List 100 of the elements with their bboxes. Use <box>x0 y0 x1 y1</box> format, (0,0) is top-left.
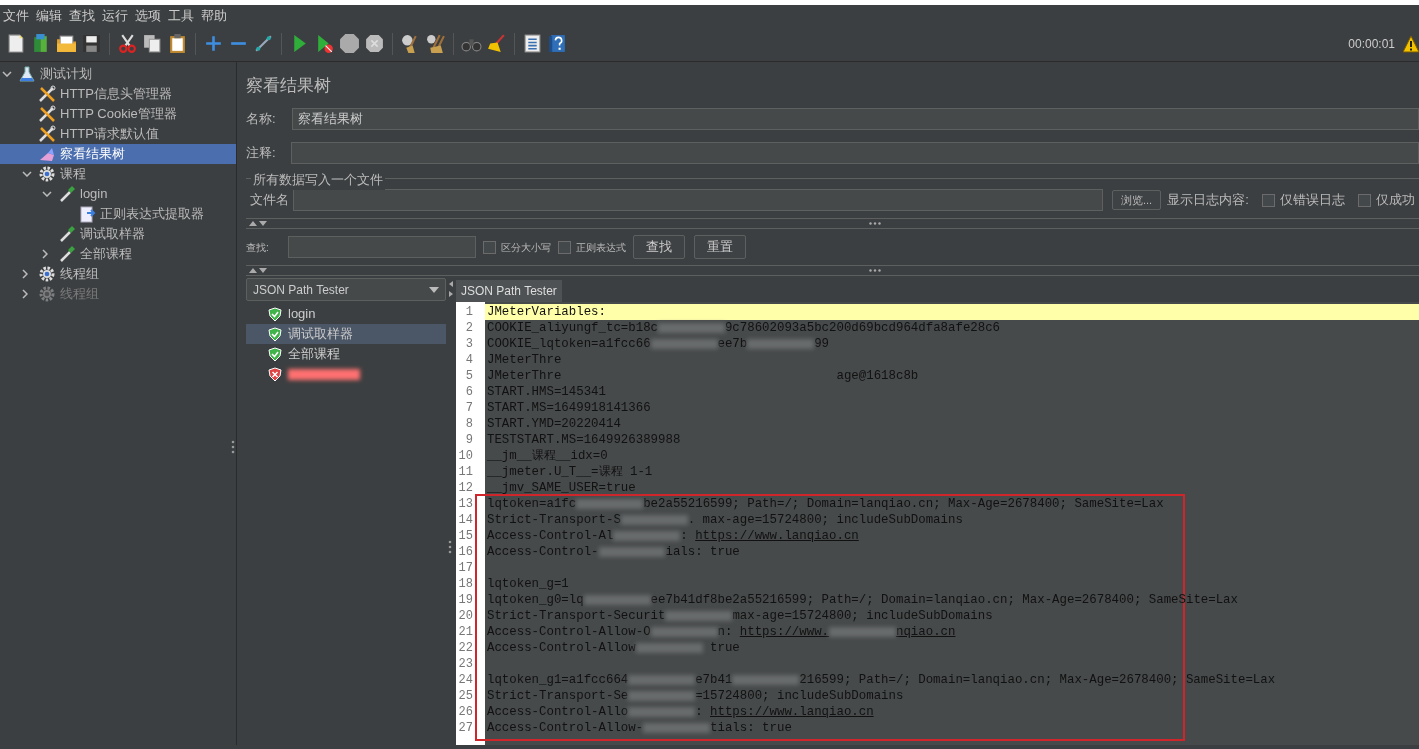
drag-handle-icon[interactable] <box>869 269 881 272</box>
filename-field[interactable] <box>293 189 1103 211</box>
code-line: Strict-Transport-S . max-age=15724800; includeSubDomains <box>487 513 963 527</box>
tree-label: 测试计划 <box>40 65 92 84</box>
tree-item[interactable]: HTTP信息头管理器 <box>0 84 236 104</box>
checkbox[interactable] <box>483 240 496 254</box>
shield-cross-icon <box>268 366 282 382</box>
chevron-down-icon[interactable] <box>42 191 52 197</box>
result-item[interactable]: login <box>246 304 446 324</box>
checkbox[interactable] <box>558 240 571 254</box>
collapse-arrows-icon[interactable] <box>249 268 267 273</box>
broom-icon[interactable] <box>486 33 507 54</box>
chevron-down-icon[interactable] <box>2 71 12 77</box>
help-icon[interactable] <box>547 33 568 54</box>
plus-icon[interactable] <box>203 33 224 54</box>
tree-item[interactable]: HTTP Cookie管理器 <box>0 104 236 124</box>
line-number: 9 <box>464 432 474 449</box>
gear-icon <box>38 165 56 183</box>
chevron-right-icon[interactable] <box>22 269 28 279</box>
menu-item[interactable]: 编辑 <box>36 5 62 26</box>
chevron-down-icon[interactable] <box>22 171 32 177</box>
action-button[interactable]: 重置 <box>694 235 746 259</box>
pipette-icon <box>58 245 76 263</box>
line-number: 14 <box>457 512 474 529</box>
action-button[interactable]: 查找 <box>633 235 685 259</box>
folder-icon[interactable] <box>56 33 77 54</box>
line-number: 20 <box>457 608 474 625</box>
tree-label: 正则表达式提取器 <box>100 205 204 224</box>
line-number: 18 <box>457 576 474 593</box>
splitter-handle-icon[interactable] <box>231 440 235 454</box>
checkbox[interactable] <box>1357 193 1371 207</box>
line-number: 12 <box>457 480 474 497</box>
browse-button[interactable]: 浏览... <box>1112 190 1162 210</box>
splitter-handle-icon[interactable] <box>448 540 452 554</box>
result-label: 全部课程 <box>288 345 340 364</box>
line-number: 3 <box>464 336 474 353</box>
result-label: 调试取样器 <box>288 325 353 344</box>
tree-item[interactable]: login <box>0 184 236 204</box>
toggle-wand-icon[interactable] <box>253 33 274 54</box>
code-line: Strict-Transport-Securit max-age=15724800; includeSubDomains <box>487 609 993 623</box>
tree-item[interactable]: 线程组 <box>0 264 236 284</box>
code-line: JMeterThre <box>487 353 562 367</box>
line-number: 21 <box>457 624 474 641</box>
shutdown-icon[interactable] <box>364 33 385 54</box>
menu-item[interactable]: 查找 <box>69 5 95 26</box>
tree-item[interactable]: HTTP请求默认值 <box>0 124 236 144</box>
checkbox-label: 正则表达式 <box>576 240 626 255</box>
checkbox[interactable] <box>1261 193 1275 207</box>
redaction-blur <box>732 674 800 685</box>
chevron-right-icon[interactable] <box>42 249 48 259</box>
tree-item[interactable]: 察看结果树 <box>0 144 236 164</box>
tree-item[interactable]: 正则表达式提取器 <box>0 204 236 224</box>
redaction-blur <box>747 338 815 349</box>
result-item[interactable]: 调试取样器 <box>246 324 446 344</box>
redaction-blur <box>650 338 718 349</box>
redaction-blur <box>650 626 718 637</box>
search-field[interactable] <box>288 236 476 258</box>
menu-item[interactable]: 选项 <box>135 5 161 26</box>
name-field[interactable]: 察看结果树 <box>292 108 1419 130</box>
editor-tab[interactable]: JSON Path Tester <box>456 280 562 302</box>
tree-label: 线程组 <box>60 285 99 304</box>
redaction-blur <box>665 610 733 621</box>
menu-item[interactable]: 工具 <box>168 5 194 26</box>
scissors-icon[interactable] <box>117 33 138 54</box>
tree-item[interactable]: 测试计划 <box>0 64 236 84</box>
renderer-dropdown[interactable]: JSON Path Tester <box>246 278 446 301</box>
clipboard-icon[interactable] <box>167 33 188 54</box>
line-number: 19 <box>457 592 474 609</box>
tree-label: HTTP请求默认值 <box>60 125 159 144</box>
redaction-blur <box>613 530 681 541</box>
comment-field[interactable] <box>291 142 1419 164</box>
code-line: START.MS=1649918141366 <box>487 401 651 415</box>
redaction-blur <box>628 706 696 717</box>
checkbox-label: 仅成功 <box>1375 191 1415 210</box>
shield-check-icon <box>268 306 282 322</box>
list-icon[interactable] <box>522 33 543 54</box>
wrench-screwdriver-icon <box>38 105 56 123</box>
tree-label: 察看结果树 <box>60 145 125 164</box>
wrench-screwdriver-icon <box>38 125 56 143</box>
stop-icon[interactable] <box>339 33 360 54</box>
warning-icon[interactable] <box>1403 34 1419 53</box>
result-label: login <box>288 305 316 324</box>
broom-pair-icon[interactable] <box>425 33 446 54</box>
tree-item[interactable]: 课程 <box>0 164 236 184</box>
tree-label: HTTP信息头管理器 <box>60 85 172 104</box>
line-number: 6 <box>464 384 474 401</box>
tree-item[interactable]: 全部课程 <box>0 244 236 264</box>
copy-icon[interactable] <box>142 33 163 54</box>
pipette-icon <box>58 225 76 243</box>
menu-item[interactable]: 运行 <box>102 5 128 26</box>
collapse-arrows-icon[interactable] <box>249 221 267 226</box>
drag-handle-icon[interactable] <box>869 222 881 225</box>
menu-item[interactable]: 文件 <box>3 5 29 26</box>
pipette-icon <box>58 185 76 203</box>
line-number: 7 <box>464 400 474 417</box>
menu-item[interactable]: 帮助 <box>201 5 227 26</box>
line-number: 26 <box>457 704 474 721</box>
result-item[interactable]: 全部课程 <box>246 344 446 364</box>
collapse-arrows-icon[interactable] <box>449 279 454 299</box>
tree-item[interactable]: 调试取样器 <box>0 224 236 244</box>
